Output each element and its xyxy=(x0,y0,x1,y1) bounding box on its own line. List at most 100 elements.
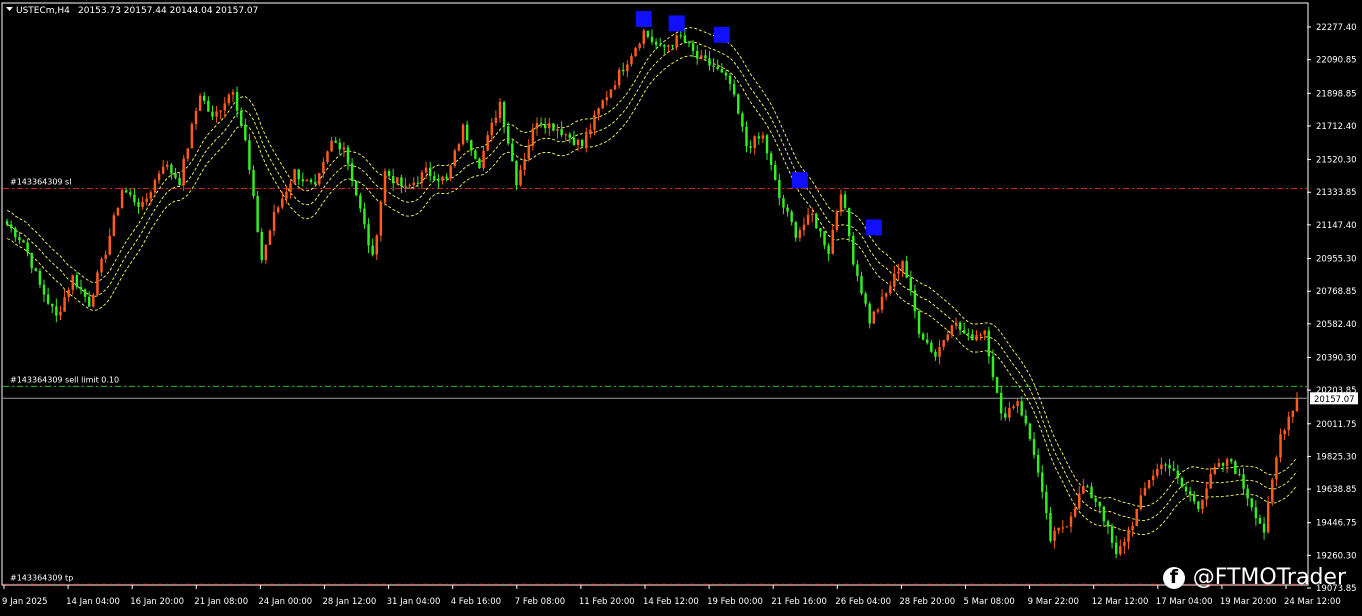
candle-body xyxy=(219,110,222,112)
candle-body xyxy=(38,270,42,285)
candle-body xyxy=(157,173,161,181)
y-tick-label: 20582.40 xyxy=(1316,320,1357,330)
candle-body xyxy=(433,176,436,181)
candle-body xyxy=(1036,454,1040,473)
candle-body xyxy=(108,235,111,255)
candle-body xyxy=(1197,501,1200,509)
candle-body xyxy=(133,194,136,203)
candle-body xyxy=(412,182,415,185)
candle-body xyxy=(728,75,732,84)
candle-body xyxy=(642,30,646,44)
candle-body xyxy=(470,140,473,151)
candle-body xyxy=(1012,406,1015,408)
candle-body xyxy=(285,191,288,199)
candle-body xyxy=(338,142,342,150)
ohlc-label: 20153.73 20157.44 20144.04 20157.07 xyxy=(78,6,258,16)
candle-body xyxy=(502,101,506,127)
candle-body xyxy=(790,211,793,223)
candle-body xyxy=(276,207,280,213)
candle-body xyxy=(942,340,945,347)
candle-body xyxy=(416,182,420,184)
y-tick-label: 22090.85 xyxy=(1316,56,1357,66)
candle-body xyxy=(482,150,485,169)
candle-body xyxy=(231,92,235,95)
candle-body xyxy=(404,185,407,187)
candle-body xyxy=(741,113,744,127)
candle-body xyxy=(778,179,781,199)
candle-body xyxy=(322,161,325,174)
candle-body xyxy=(346,147,350,164)
candle-body xyxy=(605,97,609,101)
y-tick-label: 20390.30 xyxy=(1316,353,1357,363)
candle-body xyxy=(1041,472,1044,492)
candle-body xyxy=(827,245,830,254)
candle-body xyxy=(543,124,547,129)
candle-body xyxy=(1205,488,1208,500)
candle-body xyxy=(782,198,785,208)
candle-body xyxy=(757,136,761,139)
candle-body xyxy=(55,306,58,316)
candle-body xyxy=(129,192,132,195)
candle-body xyxy=(691,43,695,51)
candle-body xyxy=(14,228,17,238)
candle-body xyxy=(753,136,756,148)
candle-body xyxy=(178,177,181,186)
x-tick-label: 7 Feb 08:00 xyxy=(515,597,565,607)
candle-body xyxy=(474,150,477,159)
candle-body xyxy=(75,275,79,288)
candle-body xyxy=(852,235,855,265)
x-tick-label: 24 Mar 12:00 xyxy=(1284,597,1341,607)
candle-body xyxy=(490,122,494,136)
y-tick-label: 20955.30 xyxy=(1316,255,1357,265)
y-tick-label: 21898.85 xyxy=(1316,89,1357,99)
candle-body xyxy=(695,50,699,59)
candle-body xyxy=(235,92,239,111)
candle-body xyxy=(375,235,379,255)
x-tick-label: 19 Feb 00:00 xyxy=(707,597,763,607)
candle-body xyxy=(539,123,543,125)
x-tick-label: 14 Feb 12:00 xyxy=(643,597,699,607)
candle-body xyxy=(958,322,962,330)
candle-body xyxy=(1156,469,1159,476)
candle-body xyxy=(893,273,896,287)
candle-body xyxy=(864,293,867,304)
candle-body xyxy=(1193,494,1196,502)
candle-body xyxy=(1172,468,1175,471)
candle-body xyxy=(1106,521,1110,527)
candle-body xyxy=(679,35,682,37)
candle-body xyxy=(1127,529,1130,542)
candle-body xyxy=(334,140,337,143)
candle-body xyxy=(634,47,637,57)
candle-body xyxy=(1225,459,1229,466)
candle-body xyxy=(700,55,703,59)
candle-body xyxy=(564,134,567,136)
candle-body xyxy=(597,108,600,115)
candle-body xyxy=(1201,499,1204,509)
price-chart[interactable]: #143364309 sl #143364309 sell limit 0.10 #… xyxy=(0,0,1362,612)
candle-body xyxy=(34,268,38,271)
candle-body xyxy=(124,190,128,193)
candle-body xyxy=(946,334,950,341)
candle-body xyxy=(264,244,268,261)
candle-body xyxy=(166,164,169,167)
candle-body xyxy=(1188,491,1192,495)
candle-body xyxy=(293,169,296,184)
candle-body xyxy=(979,334,982,336)
candle-body xyxy=(798,230,802,238)
candle-body xyxy=(568,134,572,138)
candle-body xyxy=(683,35,687,43)
candle-body xyxy=(967,333,970,335)
candle-body xyxy=(560,129,563,136)
x-tick-label: 28 Feb 20:00 xyxy=(899,597,955,607)
candle-body xyxy=(30,252,33,269)
candle-body xyxy=(1160,464,1163,470)
candle-body xyxy=(1049,513,1052,541)
sell-signal-marker xyxy=(635,11,652,28)
candle-body xyxy=(650,36,654,42)
candle-body xyxy=(1069,516,1073,527)
candle-body xyxy=(962,329,966,334)
candle-body xyxy=(359,195,362,209)
candle-body xyxy=(1032,439,1036,455)
candle-body xyxy=(9,224,13,229)
candle-body xyxy=(309,179,313,183)
